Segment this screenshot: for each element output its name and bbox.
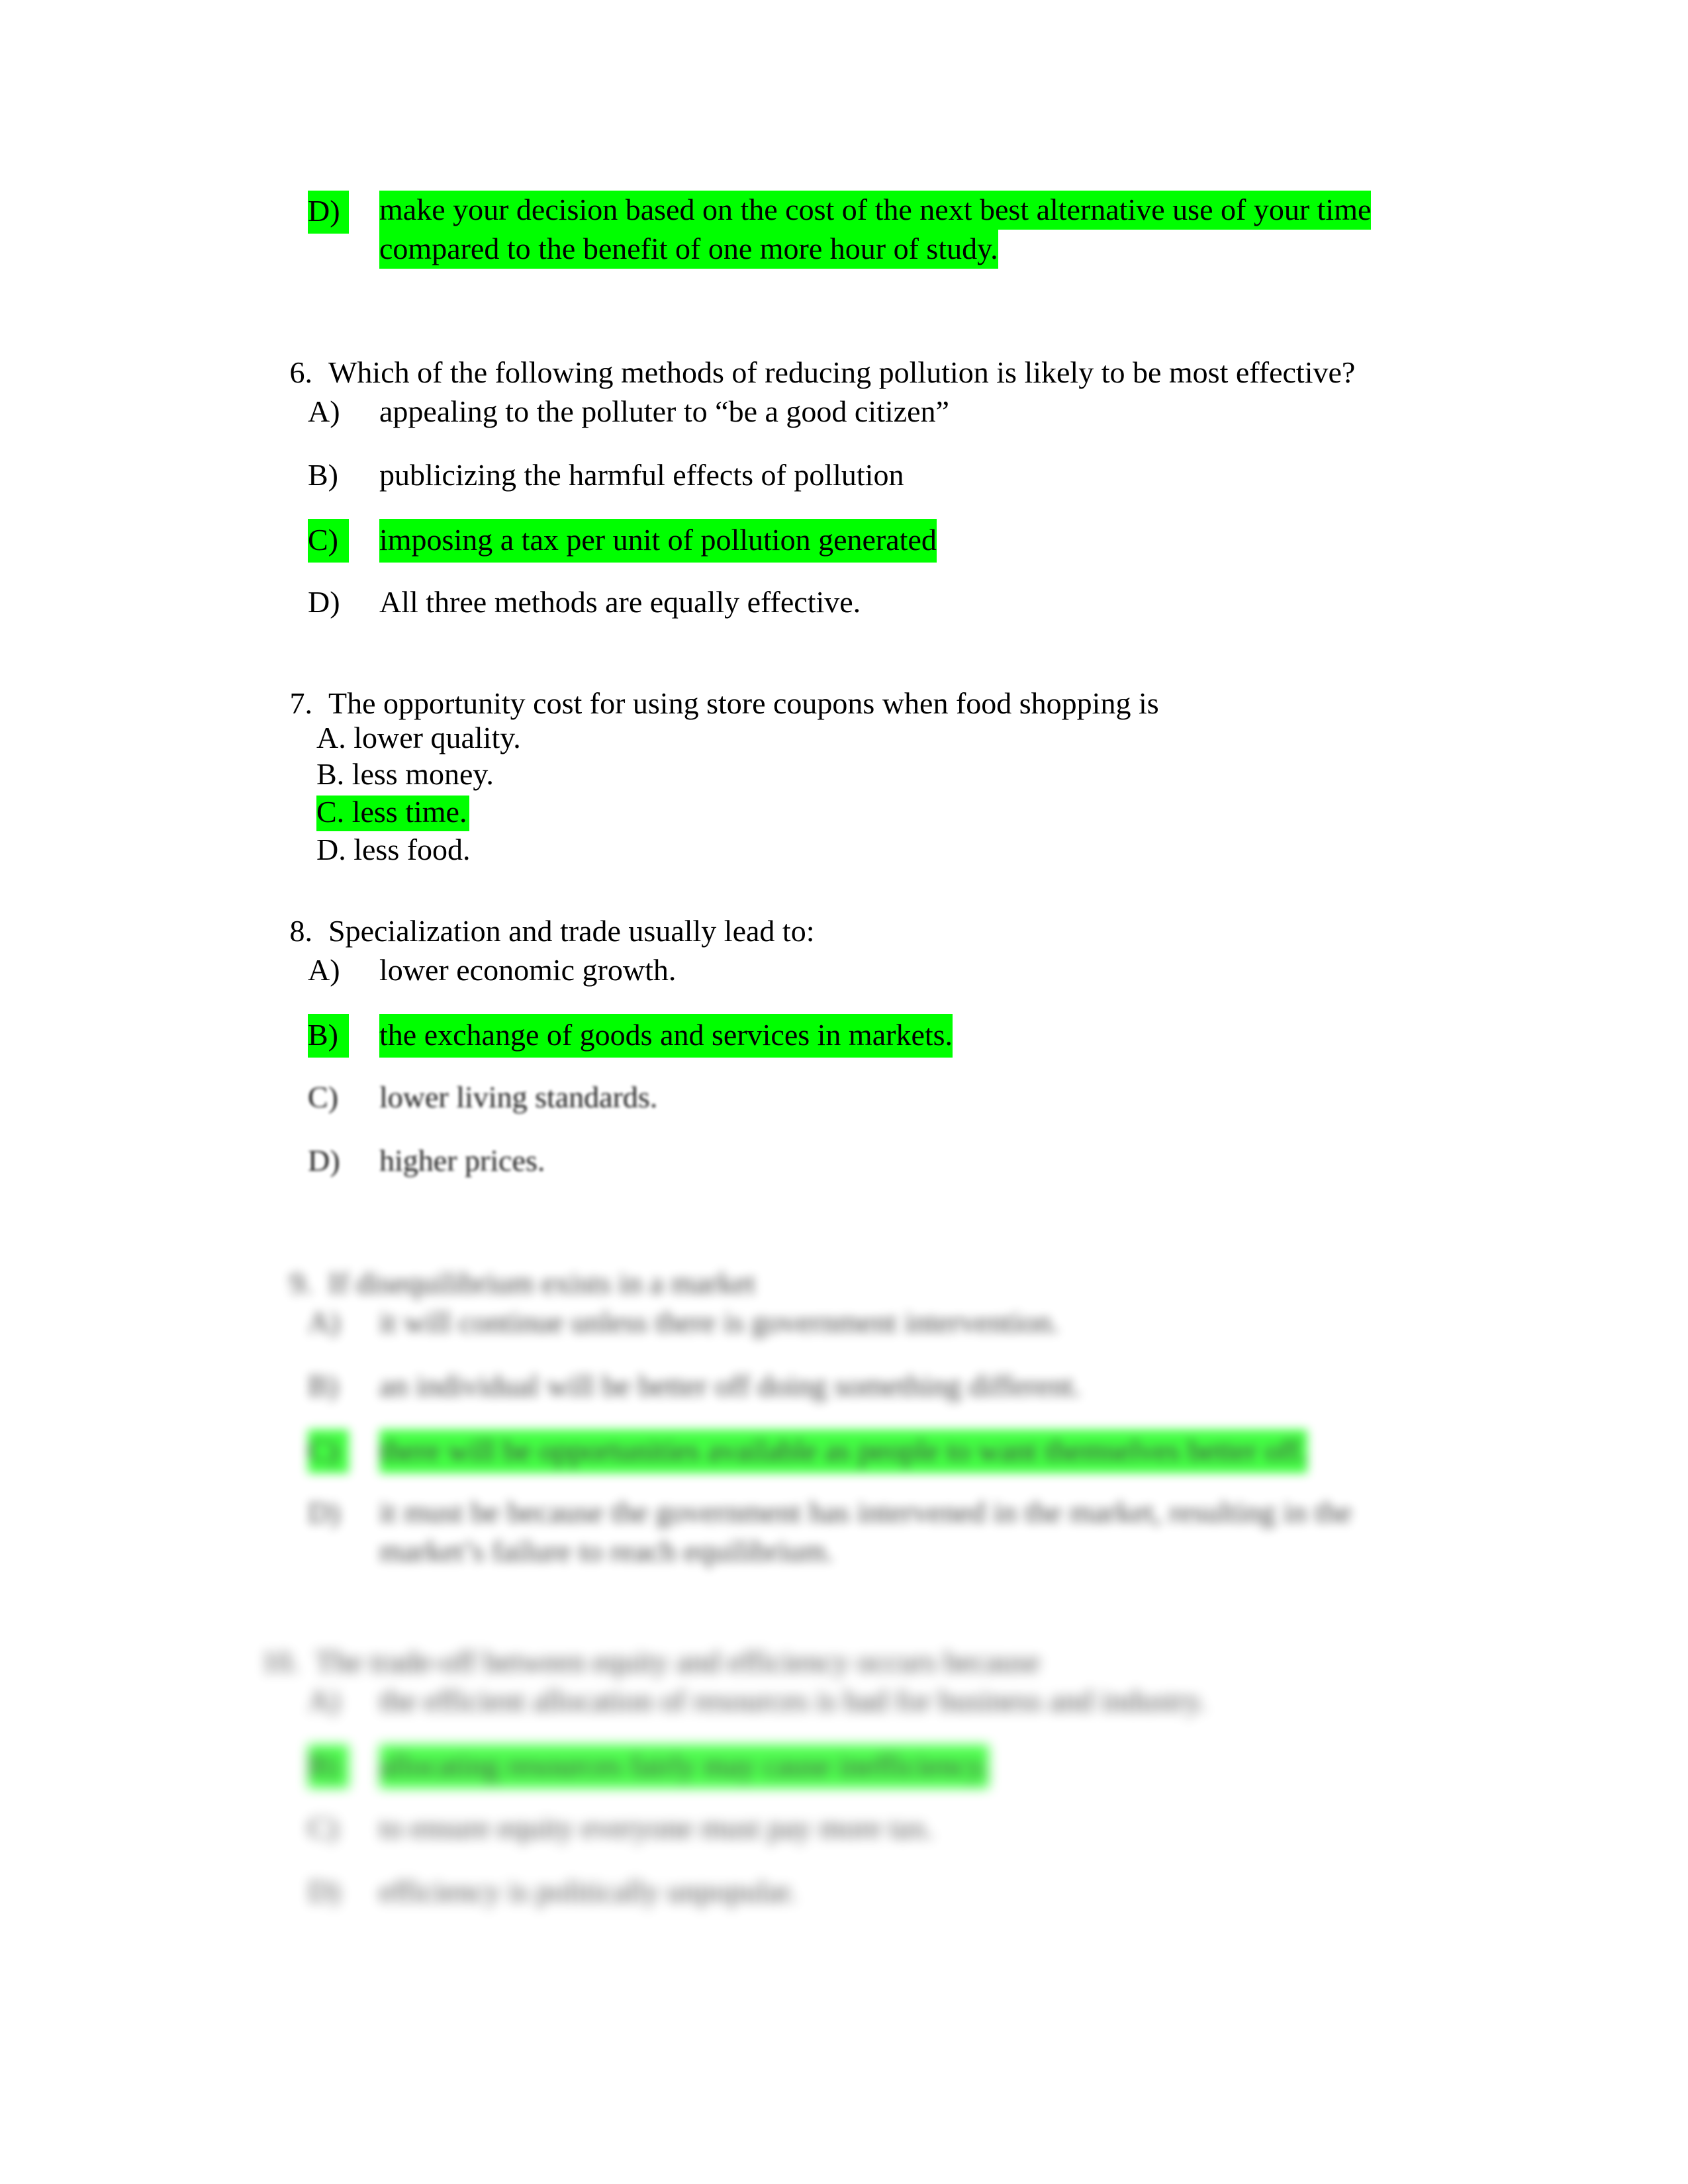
option-text: less money. bbox=[352, 757, 494, 791]
option-text: the exchange of goods and services in ma… bbox=[379, 1014, 953, 1058]
question-number: 8. bbox=[289, 914, 313, 948]
option-text: to ensure equity everyone must pay more … bbox=[379, 1811, 934, 1844]
option-text: publicizing the harmful effects of pollu… bbox=[379, 458, 904, 492]
option-letter: C) bbox=[308, 1080, 338, 1114]
option-text: make your decision based on the cost of … bbox=[379, 191, 1372, 269]
option-text: lower living standards. bbox=[379, 1080, 658, 1114]
option-text: All three methods are equally effective. bbox=[379, 585, 861, 619]
option-text-wrap: it must be because the government has in… bbox=[379, 1493, 1438, 1571]
option-letter: A) bbox=[308, 953, 340, 987]
option-text: lower quality. bbox=[353, 721, 521, 754]
question-stem: If disequilibrium exists in a market bbox=[328, 1266, 756, 1300]
option-text: less food. bbox=[353, 833, 471, 866]
option-text: the efficient allocation of resources is… bbox=[379, 1684, 1207, 1717]
option-text: there will be opportunities available as… bbox=[379, 1430, 1307, 1473]
question-number: 6. bbox=[289, 355, 313, 389]
option-letter: A) bbox=[308, 1684, 340, 1717]
question-7-option-d: D. less food. bbox=[316, 835, 471, 865]
option-letter: C) bbox=[308, 1811, 338, 1844]
document-page: D) make your decision based on the cost … bbox=[0, 0, 1688, 2184]
option-letter: D) bbox=[308, 1144, 340, 1177]
option-letter: D) bbox=[308, 585, 340, 619]
question-stem: Which of the following methods of reduci… bbox=[328, 355, 1356, 389]
option-text: lower economic growth. bbox=[379, 953, 677, 987]
option-letter: B. bbox=[316, 757, 345, 791]
option-letter: B) bbox=[308, 458, 338, 492]
option-letter: C. bbox=[316, 795, 345, 829]
option-letter: A) bbox=[308, 1305, 340, 1339]
option-text: less time. bbox=[352, 795, 467, 829]
question-stem: The opportunity cost for using store cou… bbox=[328, 686, 1159, 720]
option-text: allocating resources fairly may cause in… bbox=[379, 1745, 989, 1788]
question-7-option-c: C. less time. bbox=[316, 795, 470, 831]
question-number: 9. bbox=[289, 1266, 313, 1300]
option-letter: D) bbox=[308, 1874, 340, 1908]
option-letter: A. bbox=[316, 721, 346, 754]
question-number: 10. bbox=[261, 1645, 300, 1678]
option-text: higher prices. bbox=[379, 1144, 545, 1177]
question-stem: The trade-off between equity and efficie… bbox=[315, 1645, 1041, 1678]
option-text-wrap: make your decision based on the cost of … bbox=[379, 191, 1445, 269]
question-7-option-b: B. less money. bbox=[316, 759, 494, 790]
option-letter: C) bbox=[308, 519, 349, 563]
option-letter: B) bbox=[308, 1014, 349, 1058]
option-text: it must be because the government has in… bbox=[379, 1495, 1352, 1568]
option-text: an individual will be better off doing s… bbox=[379, 1369, 1081, 1402]
option-letter: D) bbox=[308, 191, 349, 234]
option-text: it will continue unless there is governm… bbox=[379, 1305, 1060, 1339]
option-letter: D) bbox=[308, 1496, 340, 1529]
option-text: appealing to the polluter to “be a good … bbox=[379, 394, 949, 428]
question-number: 7. bbox=[289, 686, 313, 720]
question-stem: Specialization and trade usually lead to… bbox=[328, 914, 815, 948]
option-text: imposing a tax per unit of pollution gen… bbox=[379, 519, 937, 563]
option-text: efficiency is politically unpopular. bbox=[379, 1874, 797, 1908]
question-7-option-a: A. lower quality. bbox=[316, 723, 521, 753]
option-letter: D. bbox=[316, 833, 346, 866]
option-letter: C) bbox=[308, 1430, 349, 1473]
bottom-fade-overlay bbox=[0, 1952, 1688, 2184]
option-letter: B) bbox=[308, 1369, 338, 1402]
option-letter: B) bbox=[308, 1745, 349, 1788]
option-letter: A) bbox=[308, 394, 340, 428]
